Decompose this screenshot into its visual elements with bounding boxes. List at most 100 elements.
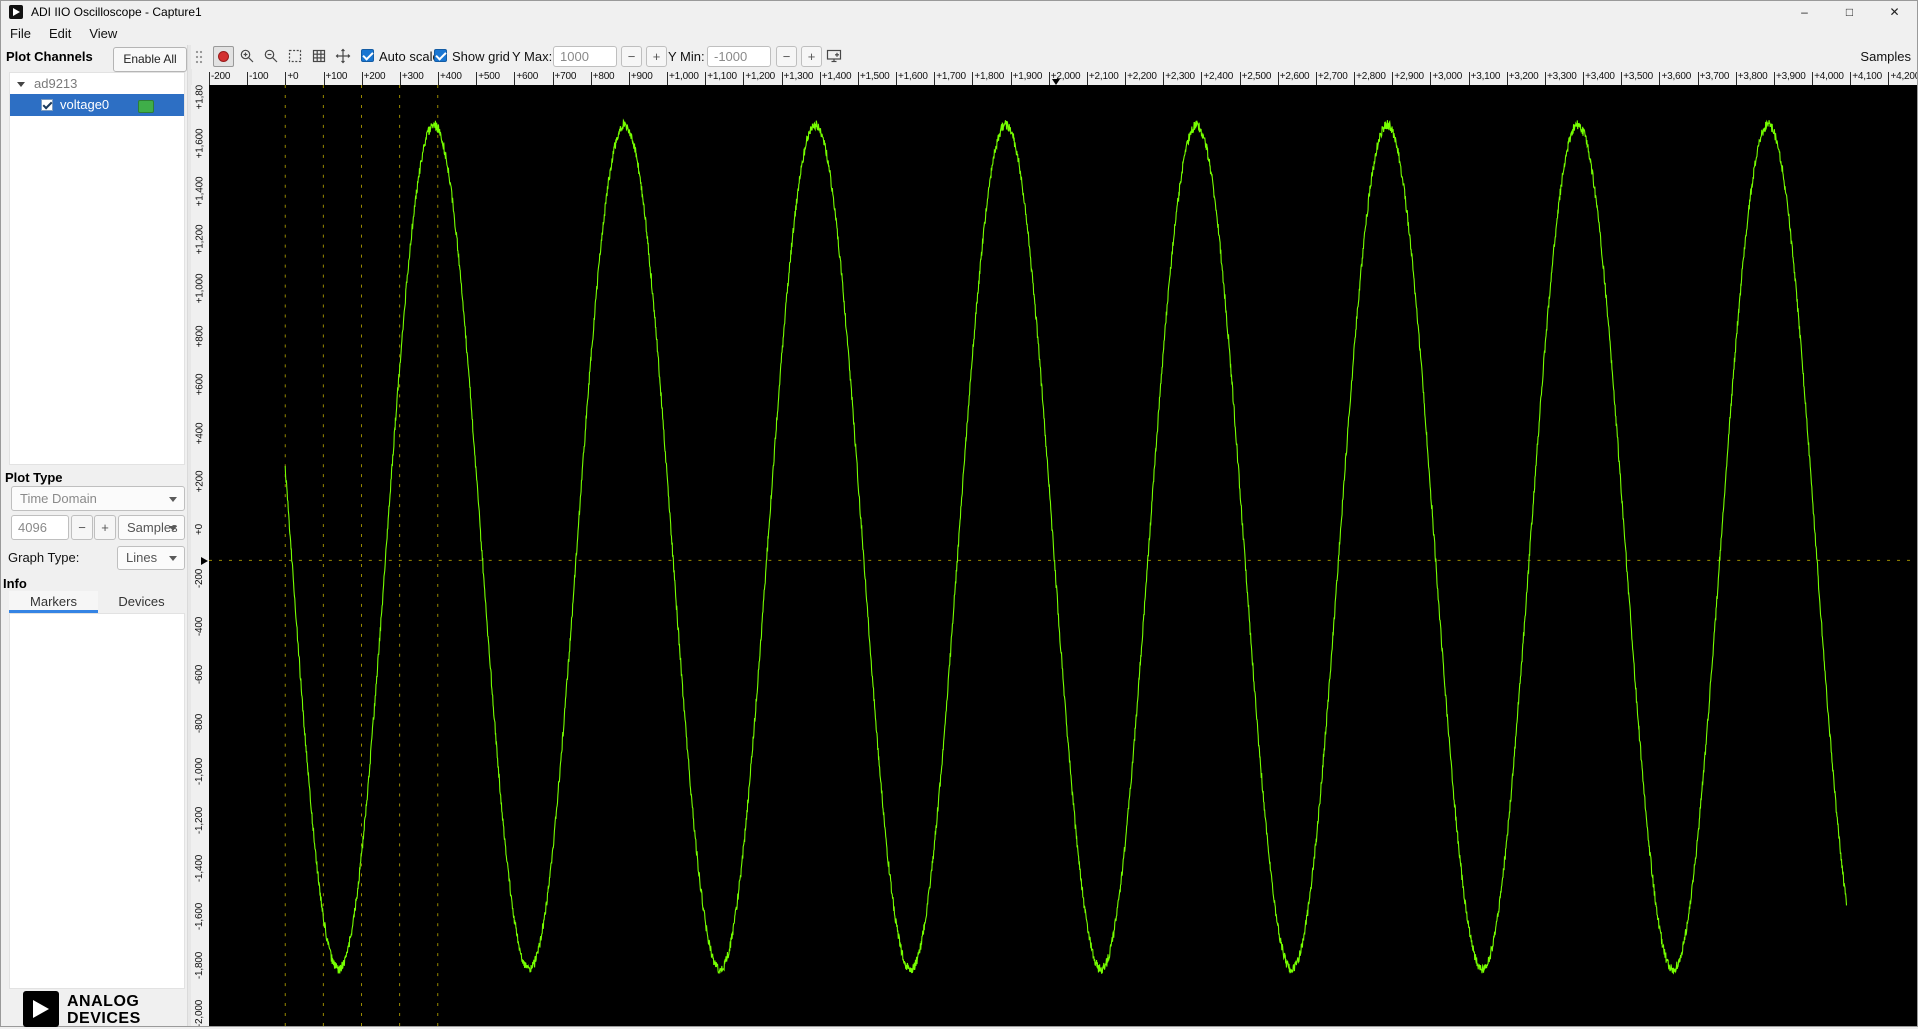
x-axis-label: +1,100 — [707, 71, 737, 82]
y-max-plus-button[interactable]: + — [646, 46, 667, 67]
y-min-minus-button[interactable]: − — [776, 46, 797, 67]
x-axis-tick — [857, 72, 859, 85]
x-axis-tick — [590, 72, 592, 85]
grip-handle[interactable] — [195, 50, 203, 64]
sample-count-plus-button[interactable]: + — [94, 515, 116, 540]
x-axis-tick — [247, 72, 249, 85]
app-icon — [9, 5, 23, 19]
x-axis-label: +2,900 — [1394, 71, 1424, 82]
x-axis-tick — [476, 72, 478, 85]
show-grid-checkbox[interactable] — [434, 49, 447, 62]
x-axis-tick — [705, 72, 707, 85]
menu-file[interactable]: File — [1, 23, 40, 45]
maximize-button[interactable]: □ — [1827, 1, 1872, 23]
x-axis-ruler[interactable]: -200 -100 +0 +100 +200 +300 +400 +500 +600 +700 +8… — [209, 69, 1917, 85]
x-axis-tick — [1163, 72, 1165, 85]
expander-icon[interactable] — [17, 82, 25, 87]
close-button[interactable]: ✕ — [1872, 1, 1917, 23]
x-axis-tick — [1315, 72, 1317, 85]
x-axis-label: +2,200 — [1127, 71, 1157, 82]
x-axis-tick — [514, 72, 516, 85]
menu-edit[interactable]: Edit — [40, 23, 80, 45]
y-max-input[interactable] — [553, 46, 617, 67]
info-label: Info — [3, 576, 27, 591]
x-axis-label: +3,200 — [1508, 71, 1539, 82]
x-axis-label: +4,100 — [1852, 71, 1882, 82]
x-axis-tick — [1086, 72, 1088, 85]
chevron-down-icon — [169, 496, 177, 502]
x-axis-label: +2,800 — [1356, 71, 1386, 82]
x-axis-label: +3,000 — [1432, 71, 1463, 82]
x-axis-tick — [1468, 72, 1470, 85]
zoom-fit-button[interactable] — [285, 46, 305, 66]
y-max-minus-button[interactable]: − — [621, 46, 642, 67]
zoom-in-button[interactable] — [237, 46, 257, 66]
x-axis-label: +2,300 — [1165, 71, 1195, 82]
menubar: File Edit View — [1, 23, 1917, 46]
y-min-plus-button[interactable]: + — [801, 46, 822, 67]
channel-checkbox[interactable] — [41, 99, 53, 111]
graph-type-label: Graph Type: — [8, 550, 80, 565]
auto-scale-checkbox[interactable] — [361, 49, 374, 62]
sample-count-minus-button[interactable]: − — [71, 515, 93, 540]
x-axis-label: +3,600 — [1661, 71, 1692, 82]
x-axis-label: +3,800 — [1737, 71, 1768, 82]
tab-markers[interactable]: Markers — [9, 591, 98, 613]
x-axis-tick — [1506, 72, 1508, 85]
x-axis-label: +1,500 — [859, 71, 890, 82]
window-titlebar: ADI IIO Oscilloscope - Capture1 – □ ✕ — [1, 1, 1917, 23]
x-axis-label: +0 — [287, 71, 299, 82]
info-panel — [9, 613, 185, 989]
plot-type-label: Plot Type — [5, 470, 63, 485]
x-axis-label: +600 — [516, 71, 539, 82]
y-axis-label: +1,600 — [194, 128, 206, 158]
x-axis-tick — [1697, 72, 1699, 85]
menu-view[interactable]: View — [80, 23, 126, 45]
waveform-plot — [209, 85, 1917, 1026]
minimize-button[interactable]: – — [1782, 1, 1827, 23]
x-axis-label: +900 — [630, 71, 653, 82]
x-axis-tick — [1392, 72, 1394, 85]
x-axis-tick — [1048, 72, 1050, 85]
zoom-out-button[interactable] — [261, 46, 281, 66]
x-axis-tick — [1888, 72, 1890, 85]
capture-button[interactable] — [213, 46, 234, 67]
x-axis-tick — [1354, 72, 1356, 85]
y-axis-label: -1,000 — [194, 758, 206, 786]
enable-all-button[interactable]: Enable All — [113, 47, 187, 72]
x-axis-label: +4,000 — [1814, 71, 1844, 82]
y-axis-ruler[interactable]: -2,000 -1,800 -1,600 -1,400 -1,200 -1,000 -800… — [191, 85, 209, 1026]
y-axis-label: -800 — [194, 713, 206, 733]
device-name: ad9213 — [34, 76, 78, 91]
record-icon — [218, 51, 229, 62]
x-axis-tick — [1201, 72, 1203, 85]
plot-area[interactable] — [209, 85, 1917, 1026]
x-axis-label: +1,800 — [974, 71, 1005, 82]
channel-color-swatch[interactable] — [138, 100, 154, 113]
y-axis-label: +800 — [194, 325, 206, 348]
x-axis-label: +2,700 — [1317, 71, 1348, 82]
new-plot-button[interactable] — [824, 46, 844, 66]
x-axis-tick — [1773, 72, 1775, 85]
x-axis-tick — [438, 72, 440, 85]
grid-button[interactable] — [309, 46, 329, 66]
tab-devices[interactable]: Devices — [98, 591, 185, 613]
x-axis-tick — [819, 72, 821, 85]
y-axis-label: +0 — [194, 524, 206, 536]
channel-row[interactable]: voltage0 — [10, 94, 184, 116]
device-row[interactable]: ad9213 — [10, 74, 184, 94]
x-axis-label: +200 — [363, 71, 386, 82]
move-button[interactable] — [333, 46, 353, 66]
sample-count-input[interactable] — [11, 515, 69, 540]
y-cursor-arrow[interactable] — [201, 557, 208, 566]
adi-triangle-icon — [23, 991, 59, 1027]
x-axis-label: +800 — [592, 71, 615, 82]
graph-type-combo[interactable]: Lines — [117, 546, 185, 570]
auto-scale-label: Auto scale — [379, 49, 440, 64]
x-axis-tick — [285, 72, 287, 85]
x-axis-tick — [1735, 72, 1737, 85]
x-axis-label: +1,600 — [898, 71, 928, 82]
plot-type-combo[interactable]: Time Domain — [11, 486, 185, 511]
sample-unit-combo[interactable]: Samples — [118, 515, 185, 540]
y-min-input[interactable] — [707, 46, 771, 67]
